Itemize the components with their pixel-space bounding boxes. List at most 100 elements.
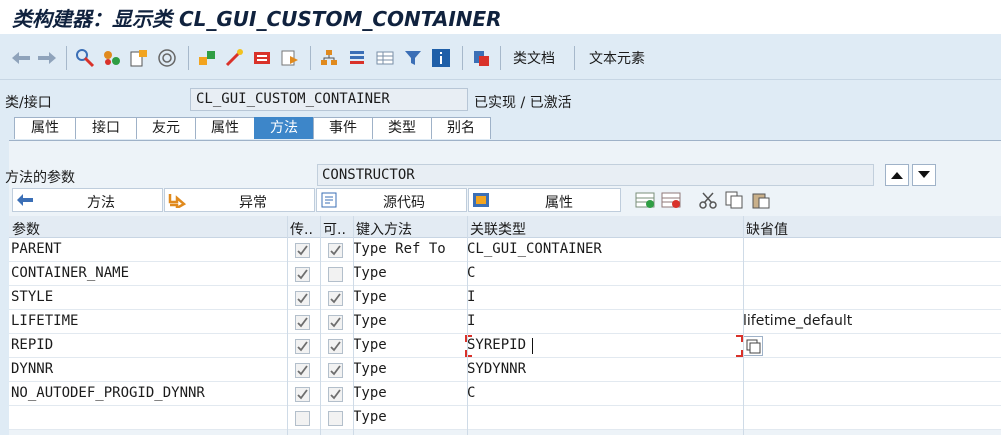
filter-icon[interactable] [402,47,424,69]
table-row[interactable]: Type [9,406,1001,430]
value-help-icon [746,339,761,354]
paste-icon[interactable] [750,189,772,211]
previous-method-button[interactable] [885,164,909,186]
tab-interfaces[interactable]: 接口 [75,117,137,139]
optional-checkbox[interactable] [328,411,343,426]
table-row[interactable]: PARENT Type Ref To CL_GUI_CONTAINER [9,238,1001,262]
pass-by-value-checkbox[interactable] [295,267,310,282]
typing-method-cell[interactable]: Type [353,313,387,329]
pass-by-value-checkbox[interactable] [295,411,310,426]
column-divider [743,216,744,435]
typing-method-cell[interactable]: Type [353,385,387,401]
associated-type-cell[interactable]: SYREPID [467,337,526,353]
navigation-window-icon[interactable] [279,47,301,69]
typing-method-cell[interactable]: Type [353,289,387,305]
optional-checkbox[interactable] [328,315,343,330]
class-name-field[interactable]: CL_GUI_CUSTOM_CONTAINER [190,88,468,111]
cut-icon[interactable] [697,189,719,211]
optional-checkbox[interactable] [328,267,343,282]
info-icon[interactable] [430,47,452,69]
associated-type-cell[interactable]: C [467,385,475,401]
tab-events[interactable]: 事件 [313,117,373,139]
parameter-name-cell[interactable]: PARENT [11,241,62,257]
text-elements-button[interactable]: 文本元素 [589,48,645,68]
class-docs-button[interactable]: 类文档 [513,48,555,68]
parameter-name-cell[interactable]: CONTAINER_NAME [11,265,129,281]
table-row[interactable]: CONTAINER_NAME Type C [9,262,1001,286]
pass-by-value-checkbox[interactable] [295,339,310,354]
source-code-subtab[interactable]: 源代码 [316,188,467,212]
text-cursor [532,338,533,354]
pass-by-value-checkbox[interactable] [295,291,310,306]
optional-checkbox[interactable] [328,339,343,354]
associated-type-cell[interactable]: I [467,313,475,329]
forward-arrow-icon[interactable] [36,47,58,69]
display-change-icon[interactable] [74,47,96,69]
optional-checkbox[interactable] [328,363,343,378]
tab-properties[interactable]: 属性 [195,117,255,139]
optional-checkbox[interactable] [328,387,343,402]
parameter-name-cell[interactable]: REPID [11,337,53,353]
activate-icon[interactable] [156,47,178,69]
tab-methods[interactable]: 方法 [254,117,314,139]
default-value-cell[interactable]: lifetime_default [743,313,852,329]
table-row[interactable]: STYLE Type I [9,286,1001,310]
table-row[interactable]: DYNNR Type SYDYNNR [9,358,1001,382]
associated-type-cell[interactable]: I [467,289,475,305]
methods-subtab[interactable]: 方法 [12,188,163,212]
class-interface-label: 类/接口 [5,95,52,111]
table-row[interactable]: LIFETIME Type I lifetime_default [9,310,1001,334]
delete-row-icon[interactable] [660,189,682,211]
method-name-field[interactable]: CONSTRUCTOR [317,164,874,186]
parameter-name-cell[interactable]: LIFETIME [11,313,78,329]
column-header-default-value[interactable]: 缺省值 [746,219,788,239]
stack-icon[interactable] [346,47,368,69]
typing-method-cell[interactable]: Type Ref To [353,241,446,257]
hierarchy-icon[interactable] [318,47,340,69]
column-header-associated-type[interactable]: 关联类型 [470,219,526,239]
next-method-button[interactable] [912,164,936,186]
column-divider [353,216,354,435]
toolbar-separator [574,46,575,70]
back-arrow-icon[interactable] [10,47,32,69]
table-icon[interactable] [374,47,396,69]
pass-by-value-checkbox[interactable] [295,387,310,402]
typing-method-cell[interactable]: Type [353,361,387,377]
column-divider [320,216,321,435]
insert-row-icon[interactable] [634,189,656,211]
tab-friends[interactable]: 友元 [136,117,196,139]
active-inactive-icon[interactable] [101,47,123,69]
typing-method-cell[interactable]: Type [353,409,387,425]
column-header-optional[interactable]: 可.. [323,219,346,239]
parameter-name-cell[interactable]: NO_AUTODEF_PROGID_DYNNR [11,385,205,401]
associated-type-cell[interactable]: SYDYNNR [467,361,526,377]
tab-attributes[interactable]: 属性 [14,117,76,139]
editor-icon[interactable] [470,47,492,69]
typing-method-cell[interactable]: Type [353,265,387,281]
object-list-icon[interactable] [251,47,273,69]
pass-by-value-checkbox[interactable] [295,363,310,378]
properties-subtab[interactable]: 属性 [468,188,621,212]
check-icon[interactable] [128,47,150,69]
column-header-parameter[interactable]: 参数 [12,219,40,239]
pass-by-value-checkbox[interactable] [295,243,310,258]
magic-wand-icon[interactable] [223,47,245,69]
optional-checkbox[interactable] [328,291,343,306]
typing-method-cell[interactable]: Type [353,337,387,353]
table-row[interactable]: NO_AUTODEF_PROGID_DYNNR Type C [9,382,1001,406]
associated-type-cell[interactable]: C [467,265,475,281]
associated-type-cell[interactable]: CL_GUI_CONTAINER [467,241,602,257]
tab-aliases[interactable]: 别名 [431,117,491,139]
tab-types[interactable]: 类型 [372,117,432,139]
optional-checkbox[interactable] [328,243,343,258]
parameter-name-cell[interactable]: STYLE [11,289,53,305]
pass-by-value-checkbox[interactable] [295,315,310,330]
table-row[interactable]: REPID Type SYREPID [9,334,1001,358]
where-used-icon[interactable] [196,47,218,69]
value-help-button[interactable] [743,336,763,356]
parameter-name-cell[interactable]: DYNNR [11,361,53,377]
exceptions-subtab[interactable]: 异常 [164,188,315,212]
column-header-pass-by-value[interactable]: 传.. [290,219,313,239]
copy-icon[interactable] [723,189,745,211]
column-header-typing[interactable]: 键入方法 [356,219,412,239]
